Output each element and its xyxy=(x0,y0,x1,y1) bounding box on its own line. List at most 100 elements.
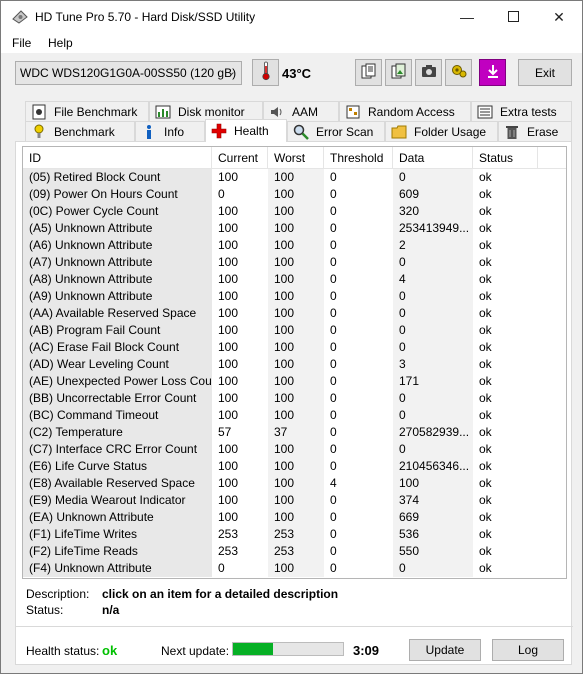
table-row[interactable]: (AA) Available Reserved Space 100 100 0 0 ok xyxy=(23,305,566,322)
cell-id: (A5) Unknown Attribute xyxy=(23,220,212,237)
table-row[interactable]: (E8) Available Reserved Space 100 100 4 100 o… xyxy=(23,475,566,492)
save-icon xyxy=(485,63,501,82)
table-row[interactable]: (AE) Unexpected Power Loss Count 100 100 0 1… xyxy=(23,373,566,390)
cell-status: ok xyxy=(479,425,492,439)
cell-threshold: 0 xyxy=(330,289,337,303)
table-row[interactable]: (EA) Unknown Attribute 100 100 0 669 ok xyxy=(23,509,566,526)
close-button[interactable]: ✕ xyxy=(536,1,582,33)
cell-threshold: 0 xyxy=(330,425,337,439)
cell-threshold: 0 xyxy=(330,544,337,558)
options-button[interactable] xyxy=(445,59,472,86)
maximize-button[interactable] xyxy=(490,1,536,33)
tab-random-access[interactable]: Random Access xyxy=(339,101,471,121)
close-icon: ✕ xyxy=(553,8,565,25)
table-row[interactable]: (A5) Unknown Attribute 100 100 0 253413949..… xyxy=(23,220,566,237)
tab-disk-monitor[interactable]: Disk monitor xyxy=(149,101,263,121)
cell-current: 100 xyxy=(218,510,239,524)
cell-threshold: 0 xyxy=(330,272,337,286)
table-row[interactable]: (BC) Command Timeout 100 100 0 0 ok xyxy=(23,407,566,424)
column-header-id[interactable]: ID xyxy=(23,147,212,169)
tab-error-scan[interactable]: Error Scan xyxy=(287,121,385,141)
drive-select[interactable]: WDC WDS120G1G0A-00SS50 (120 gB) ⌄ xyxy=(15,61,242,85)
screenshot-button[interactable] xyxy=(415,59,442,86)
table-row[interactable]: (F4) Unknown Attribute 0 100 0 0 ok xyxy=(23,560,566,577)
copy-text-button[interactable] xyxy=(355,59,382,86)
smart-attributes-table[interactable]: ID Current Worst Threshold Data Status (… xyxy=(22,146,567,579)
maximize-icon xyxy=(507,9,519,25)
column-header-worst[interactable]: Worst xyxy=(268,147,324,169)
tab-extra-tests[interactable]: Extra tests xyxy=(471,101,572,121)
cell-status: ok xyxy=(479,493,492,507)
update-button[interactable]: Update xyxy=(409,639,481,661)
tab-aam[interactable]: AAM xyxy=(263,101,339,121)
cell-data: 0 xyxy=(393,339,473,356)
benchmark-icon xyxy=(30,124,48,140)
tab-info[interactable]: Info xyxy=(135,121,205,141)
table-row[interactable]: (0C) Power Cycle Count 100 100 0 320 ok xyxy=(23,203,566,220)
table-row[interactable]: (E9) Media Wearout Indicator 100 100 0 374 ok xyxy=(23,492,566,509)
cell-current: 100 xyxy=(218,255,239,269)
cell-status: ok xyxy=(479,391,492,405)
divider xyxy=(16,626,573,627)
cell-worst: 100 xyxy=(268,441,324,458)
column-header-current[interactable]: Current xyxy=(212,147,268,169)
cell-worst: 100 xyxy=(268,305,324,322)
table-row[interactable]: (09) Power On Hours Count 0 100 0 609 ok xyxy=(23,186,566,203)
column-header-data[interactable]: Data xyxy=(393,147,473,169)
cell-id: (09) Power On Hours Count xyxy=(23,186,212,203)
table-row[interactable]: (E6) Life Curve Status 100 100 0 210456346..… xyxy=(23,458,566,475)
cell-data: 210456346... xyxy=(393,458,473,475)
table-row[interactable]: (05) Retired Block Count 100 100 0 0 ok xyxy=(23,169,566,186)
menu-file[interactable]: File xyxy=(12,36,31,50)
tab-health[interactable]: Health xyxy=(205,119,287,142)
cell-current: 100 xyxy=(218,289,239,303)
tab-label: Info xyxy=(164,124,185,139)
cell-current: 100 xyxy=(218,459,239,473)
table-row[interactable]: (C7) Interface CRC Error Count 100 100 0 0 ok xyxy=(23,441,566,458)
cell-current: 100 xyxy=(218,221,239,235)
cell-id: (F2) LifeTime Reads xyxy=(23,543,212,560)
table-row[interactable]: (C2) Temperature 57 37 0 270582939... ok xyxy=(23,424,566,441)
table-row[interactable]: (A9) Unknown Attribute 100 100 0 0 ok xyxy=(23,288,566,305)
cell-status: ok xyxy=(479,272,492,286)
temperature-unit-button[interactable] xyxy=(252,59,279,86)
column-header-threshold[interactable]: Threshold xyxy=(324,147,393,169)
cell-current: 253 xyxy=(218,544,239,558)
column-header-status[interactable]: Status xyxy=(473,147,538,169)
table-row[interactable]: (F1) LifeTime Writes 253 253 0 536 ok xyxy=(23,526,566,543)
table-row[interactable]: (A8) Unknown Attribute 100 100 0 4 ok xyxy=(23,271,566,288)
cell-threshold: 0 xyxy=(330,408,337,422)
table-row[interactable]: (A7) Unknown Attribute 100 100 0 0 ok xyxy=(23,254,566,271)
cell-threshold: 0 xyxy=(330,340,337,354)
menu-help[interactable]: Help xyxy=(48,36,73,50)
cell-data: 374 xyxy=(393,492,473,509)
table-row[interactable]: (AD) Wear Leveling Count 100 100 0 3 ok xyxy=(23,356,566,373)
table-row[interactable]: (BB) Uncorrectable Error Count 100 100 0 0 ok xyxy=(23,390,566,407)
cell-status: ok xyxy=(479,561,492,575)
tab-file-benchmark[interactable]: File Benchmark xyxy=(25,101,149,121)
tab-label: Error Scan xyxy=(316,124,374,139)
cell-status: ok xyxy=(479,442,492,456)
next-update-progress-bar xyxy=(232,642,344,656)
log-button-label: Log xyxy=(517,643,539,657)
cell-current: 100 xyxy=(218,306,239,320)
cell-threshold: 0 xyxy=(330,391,337,405)
minimize-button[interactable]: — xyxy=(444,1,490,33)
table-row[interactable]: (A6) Unknown Attribute 100 100 0 2 ok xyxy=(23,237,566,254)
log-button[interactable]: Log xyxy=(492,639,564,661)
cell-status: ok xyxy=(479,323,492,337)
save-button[interactable] xyxy=(479,59,506,86)
table-row[interactable]: (AC) Erase Fail Block Count 100 100 0 0 ok xyxy=(23,339,566,356)
tab-folder-usage[interactable]: Folder Usage xyxy=(385,121,498,141)
tab-benchmark[interactable]: Benchmark xyxy=(25,121,135,141)
exit-button[interactable]: Exit xyxy=(518,59,572,86)
cell-worst: 100 xyxy=(268,492,324,509)
cell-data: 0 xyxy=(393,560,473,577)
copy-image-button[interactable] xyxy=(385,59,412,86)
tab-erase[interactable]: Erase xyxy=(498,121,572,141)
table-row[interactable]: (AB) Program Fail Count 100 100 0 0 ok xyxy=(23,322,566,339)
table-row[interactable]: (F2) LifeTime Reads 253 253 0 550 ok xyxy=(23,543,566,560)
cell-current: 100 xyxy=(218,238,239,252)
extra-tests-icon xyxy=(476,104,494,120)
tab-label: AAM xyxy=(292,104,319,119)
